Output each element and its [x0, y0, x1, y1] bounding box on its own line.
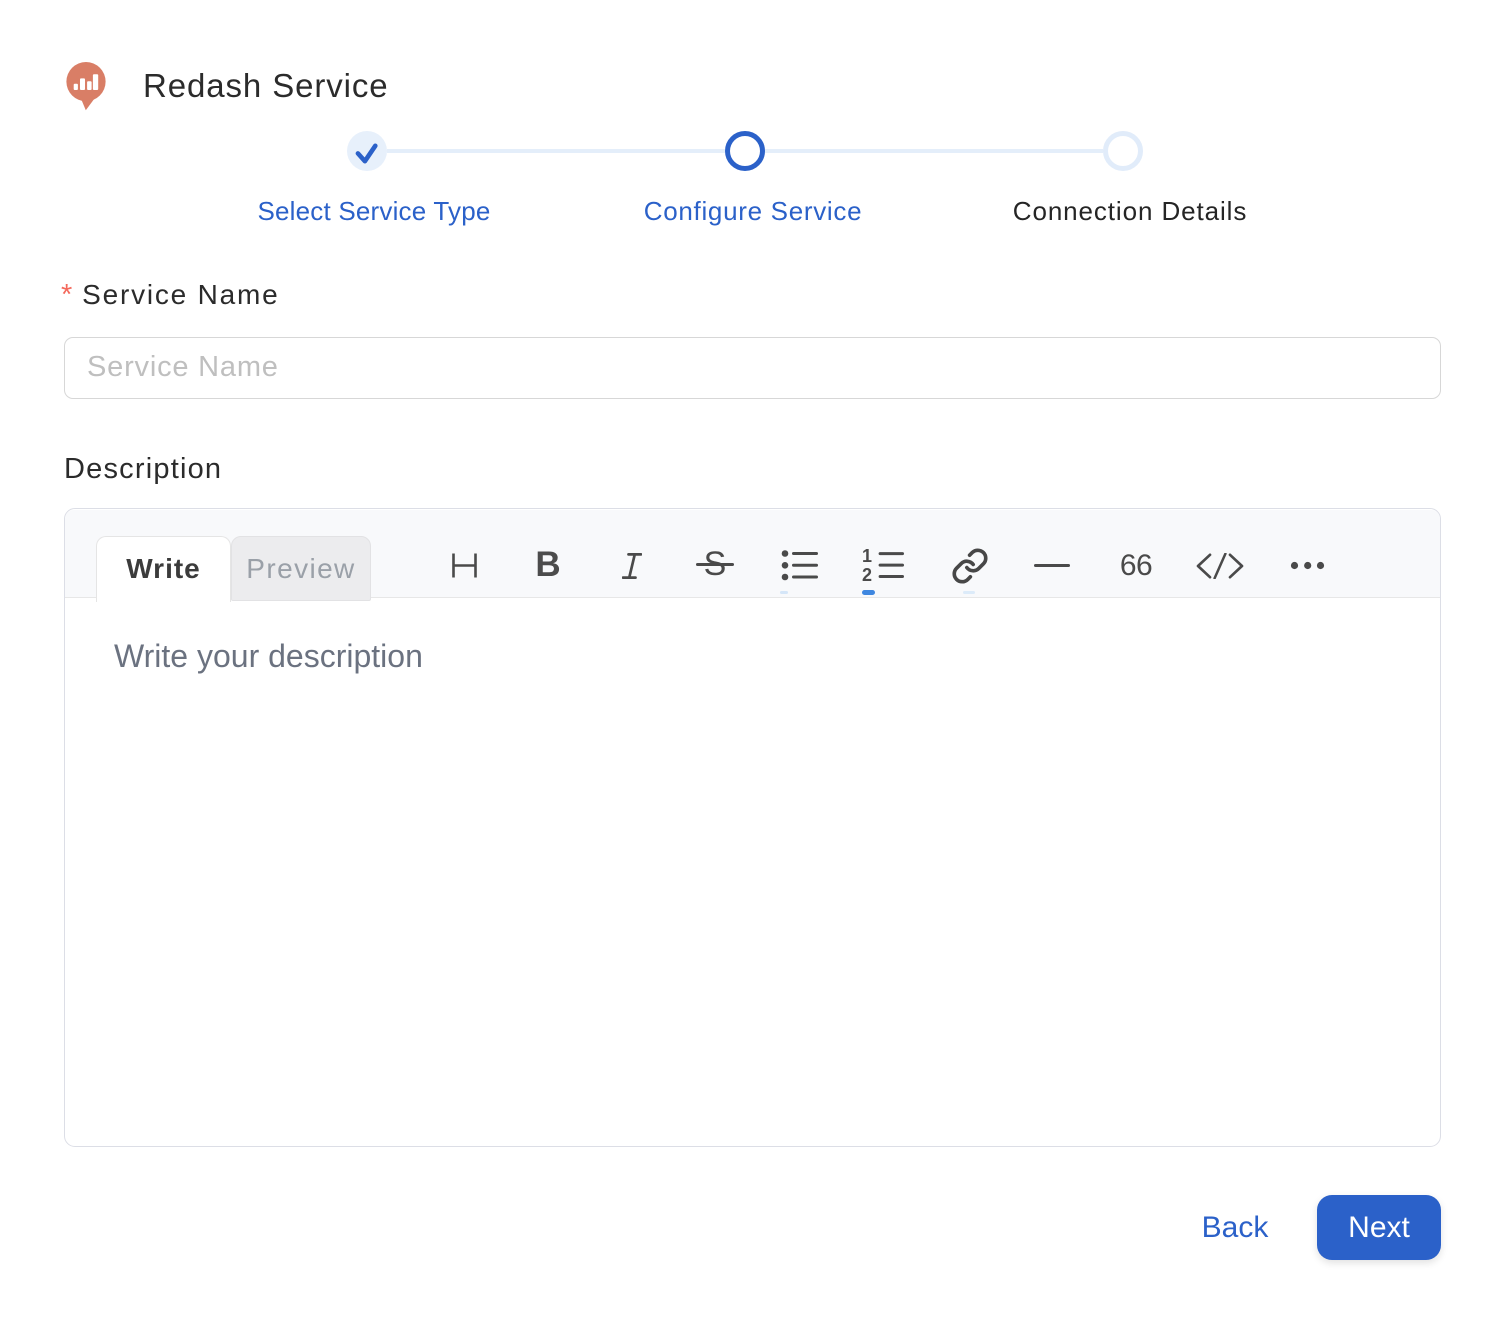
- svg-text:1: 1: [862, 546, 872, 566]
- svg-text:2: 2: [862, 565, 872, 584]
